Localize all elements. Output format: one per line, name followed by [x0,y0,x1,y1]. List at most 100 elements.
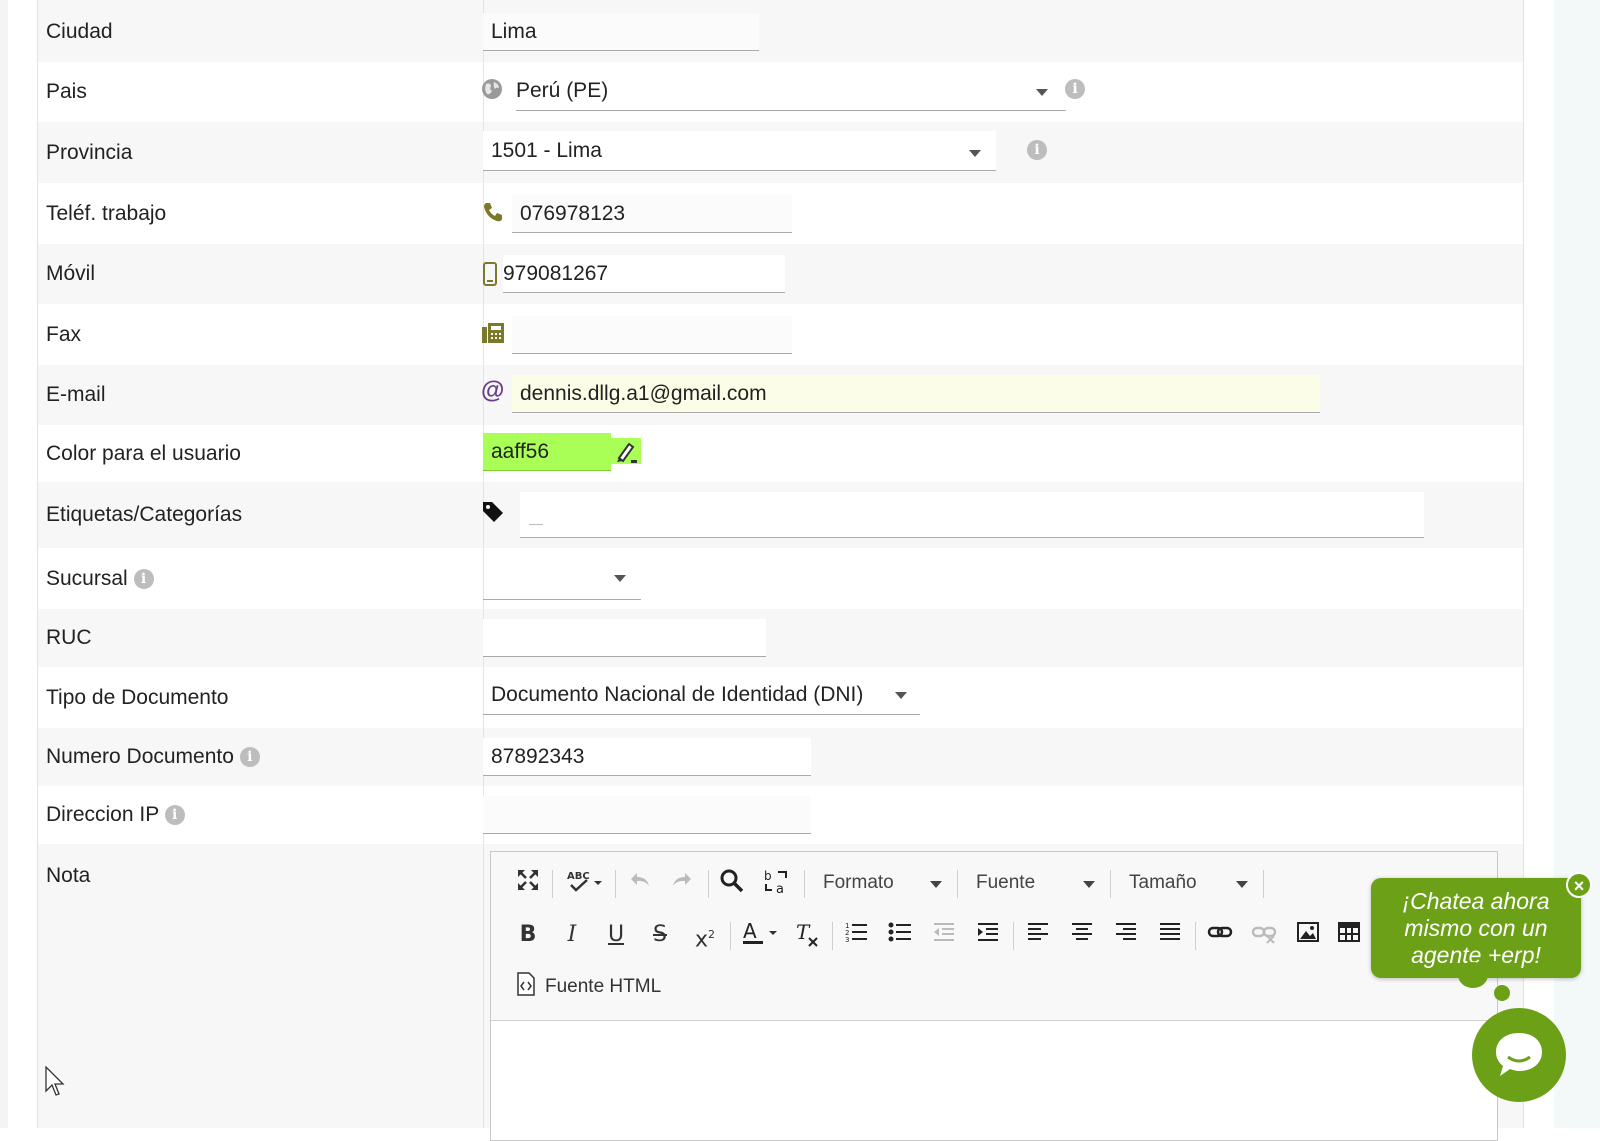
chat-text-line2: mismo con un [1404,915,1548,941]
row-ciudad: Ciudad Lima [38,0,1523,63]
maximize-icon[interactable] [513,868,543,900]
email-input[interactable]: dennis.dllg.a1@gmail.com [512,375,1320,413]
pais-label: Pais [46,80,87,103]
row-movil: Móvil 979081267 [38,244,1523,305]
telef-trabajo-label: Teléf. trabajo [46,202,167,225]
info-icon[interactable]: i [164,805,185,826]
pais-select[interactable]: Perú (PE) [516,71,1066,111]
color-input[interactable]: aaff56 [483,433,611,471]
chevron-down-icon[interactable] [930,881,942,888]
tipo-documento-select[interactable]: Documento Nacional de Identidad (DNI) [483,675,920,715]
size-combo[interactable]: Tamaño [1129,868,1197,898]
row-fax: Fax [38,304,1523,366]
movil-input[interactable]: 979081267 [503,255,785,293]
numero-documento-label: Numero Documento [46,745,234,768]
ciudad-label: Ciudad [46,20,113,43]
bullet-list-icon[interactable] [885,920,915,952]
direccion-ip-input[interactable] [483,796,811,834]
tipo-documento-value: Documento Nacional de Identidad (DNI) [491,683,864,706]
svg-text:T: T [796,920,811,944]
italic-icon[interactable]: I [557,920,587,950]
ruc-input[interactable] [483,619,766,657]
chevron-down-icon[interactable] [1083,881,1095,888]
tipo-documento-label: Tipo de Documento [46,686,229,709]
sucursal-label-wrap: Sucursal i [46,567,154,591]
bold-icon[interactable]: B [513,920,543,950]
provincia-label: Provincia [46,141,133,164]
align-right-icon[interactable] [1111,920,1141,952]
chevron-down-icon[interactable] [1236,881,1248,888]
undo-icon[interactable] [625,868,655,900]
movil-label: Móvil [46,262,96,285]
fax-input[interactable] [512,316,792,354]
align-justify-icon[interactable] [1155,920,1185,952]
ciudad-input[interactable]: Lima [483,13,759,51]
tag-input-cursor [529,524,543,525]
numero-documento-input[interactable]: 87892343 [483,738,811,776]
at-icon: @ [481,377,505,404]
replace-icon[interactable]: ba [761,868,791,904]
text-color-icon[interactable]: A [739,918,783,956]
info-icon[interactable]: i [133,569,154,590]
superscript-icon[interactable]: x2 [688,920,722,955]
svg-text:3: 3 [845,936,849,944]
chevron-down-icon [969,150,981,157]
nota-editor: ABC ba Formato Fuente Tamaño B I U S x2 [490,851,1498,1141]
image-icon[interactable] [1293,920,1323,952]
page-left-margin [0,0,8,1128]
strikethrough-icon[interactable]: S [645,920,675,950]
search-icon[interactable] [717,868,747,902]
etiquetas-input[interactable] [520,492,1424,538]
spellcheck-icon[interactable]: ABC [563,868,607,905]
row-provincia: Provincia 1501 - Lima i [38,122,1523,184]
numbered-list-icon[interactable]: 123 [841,920,871,952]
editor-toolbar: ABC ba Formato Fuente Tamaño B I U S x2 [491,852,1497,1021]
email-label: E-mail [46,383,106,406]
clear-format-icon[interactable]: T [792,918,822,956]
sucursal-label: Sucursal [46,567,128,590]
etiquetas-label: Etiquetas/Categorías [46,503,243,526]
mouse-cursor-icon [45,1065,67,1103]
chat-close-button[interactable]: × [1566,872,1592,898]
row-direccion-ip: Direccion IP i [38,786,1523,845]
color-label: Color para el usuario [46,442,241,465]
row-numero-documento: Numero Documento i 87892343 [38,728,1523,787]
unlink-icon[interactable] [1249,920,1279,952]
row-tipo-documento: Tipo de Documento Documento Nacional de … [38,667,1523,729]
pais-value: Perú (PE) [516,79,609,102]
link-icon[interactable] [1205,920,1235,952]
row-ruc: RUC [38,609,1523,668]
chat-text-line1: ¡Chatea ahora [1402,888,1550,914]
row-etiquetas: Etiquetas/Categorías [38,482,1523,549]
format-combo[interactable]: Formato [823,868,894,898]
direccion-ip-label: Direccion IP [46,803,159,826]
chat-launcher-button[interactable] [1472,1008,1566,1102]
info-icon[interactable]: i [1065,79,1085,99]
chat-bubble-dot [1458,962,1488,988]
chat-bubble-icon [1496,1033,1542,1076]
color-picker-button[interactable] [611,438,641,464]
source-code-icon[interactable] [513,972,539,1004]
redo-icon[interactable] [667,868,697,900]
svg-text:a: a [776,882,784,896]
telef-trabajo-input[interactable]: 076978123 [512,195,792,233]
align-left-icon[interactable] [1023,920,1053,952]
align-center-icon[interactable] [1067,920,1097,952]
row-telef-trabajo: Teléf. trabajo 076978123 [38,183,1523,245]
globe-icon [481,78,503,105]
phone-icon [482,201,504,228]
font-combo[interactable]: Fuente [976,868,1035,898]
underline-icon[interactable]: U [601,920,631,950]
chevron-down-icon [895,692,907,699]
info-icon[interactable]: i [1027,140,1047,160]
chevron-down-icon [614,575,626,582]
info-icon[interactable]: i [239,747,260,768]
numero-documento-label-wrap: Numero Documento i [46,745,260,769]
indent-icon[interactable] [973,920,1003,952]
editor-content-area[interactable] [491,1021,1497,1139]
outdent-icon[interactable] [929,920,959,952]
table-icon[interactable] [1334,920,1364,952]
source-html-button[interactable]: Fuente HTML [545,972,661,1002]
provincia-select[interactable]: 1501 - Lima [483,131,996,171]
sucursal-select[interactable] [483,560,641,600]
